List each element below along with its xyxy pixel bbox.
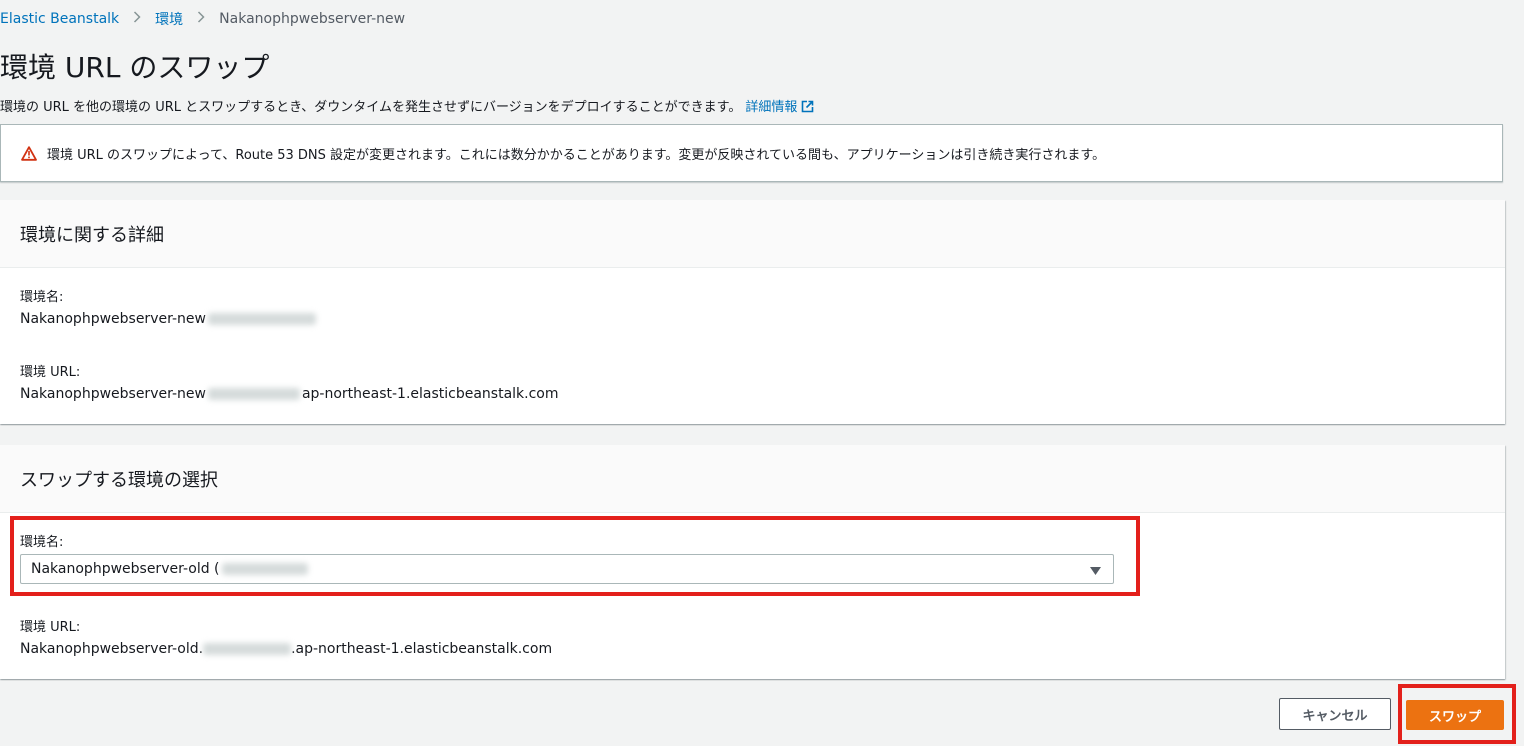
caret-down-icon <box>1090 564 1101 580</box>
description-text: 環境の URL を他の環境の URL とスワップするとき、ダウンタイムを発生させ… <box>0 100 742 115</box>
redacted-text <box>203 643 292 655</box>
environment-name-value: Nakanophpwebserver-new <box>20 311 316 327</box>
target-url-prefix: Nakanophpwebserver-old. <box>20 641 204 657</box>
chevron-right-icon <box>133 11 141 27</box>
environment-name-text: Nakanophpwebserver-new <box>20 311 206 327</box>
breadcrumb-elastic-beanstalk[interactable]: Elastic Beanstalk <box>0 11 119 27</box>
redacted-text <box>207 313 316 325</box>
target-url-suffix: .ap-northeast-1.elasticbeanstalk.com <box>291 641 553 657</box>
warning-alert: 環境 URL のスワップによって、Route 53 DNS 設定が変更されます。… <box>0 124 1503 182</box>
chevron-right-icon <box>197 11 205 27</box>
redacted-text <box>221 563 308 575</box>
warning-icon <box>21 145 37 161</box>
breadcrumb: Elastic Beanstalk 環境 Nakanophpwebserver-… <box>0 10 405 28</box>
alert-message: 環境 URL のスワップによって、Route 53 DNS 設定が変更されます。… <box>47 147 1106 163</box>
environment-url-label: 環境 URL: <box>20 365 81 380</box>
environment-details-panel: 環境に関する詳細 環境名: Nakanophpwebserver-new 環境 … <box>0 200 1505 424</box>
cancel-button[interactable]: キャンセル <box>1279 698 1391 730</box>
environment-url-suffix: ap-northeast-1.elasticbeanstalk.com <box>301 386 559 402</box>
page-title: 環境 URL のスワップ <box>0 51 270 84</box>
info-link-label: 詳細情報 <box>745 100 798 115</box>
breadcrumb-current: Nakanophpwebserver-new <box>219 11 406 27</box>
external-link-icon <box>801 100 814 119</box>
target-environment-selected: Nakanophpwebserver-old ( <box>31 561 220 577</box>
environment-details-header: 環境に関する詳細 <box>0 200 1505 268</box>
target-environment-select[interactable]: Nakanophpwebserver-old ( <box>20 554 1114 584</box>
redacted-text <box>207 388 300 400</box>
environment-url-prefix: Nakanophpwebserver-new <box>20 386 206 402</box>
swap-target-panel: スワップする環境の選択 環境名: Nakanophpwebserver-old … <box>0 445 1505 679</box>
info-link[interactable]: 詳細情報 <box>745 100 814 115</box>
swap-target-header: スワップする環境の選択 <box>0 445 1505 513</box>
swap-button[interactable]: スワップ <box>1406 700 1504 730</box>
target-environment-name-label: 環境名: <box>20 535 64 550</box>
environment-url-value: Nakanophpwebserver-new ap-northeast-1.ela… <box>20 386 559 402</box>
breadcrumb-environments[interactable]: 環境 <box>155 9 183 29</box>
target-environment-url-label: 環境 URL: <box>20 620 81 635</box>
page-description: 環境の URL を他の環境の URL とスワップするとき、ダウンタイムを発生させ… <box>0 99 814 119</box>
target-environment-url-value: Nakanophpwebserver-old. .ap-northeast-1.e… <box>20 641 552 657</box>
environment-name-label: 環境名: <box>20 290 64 305</box>
